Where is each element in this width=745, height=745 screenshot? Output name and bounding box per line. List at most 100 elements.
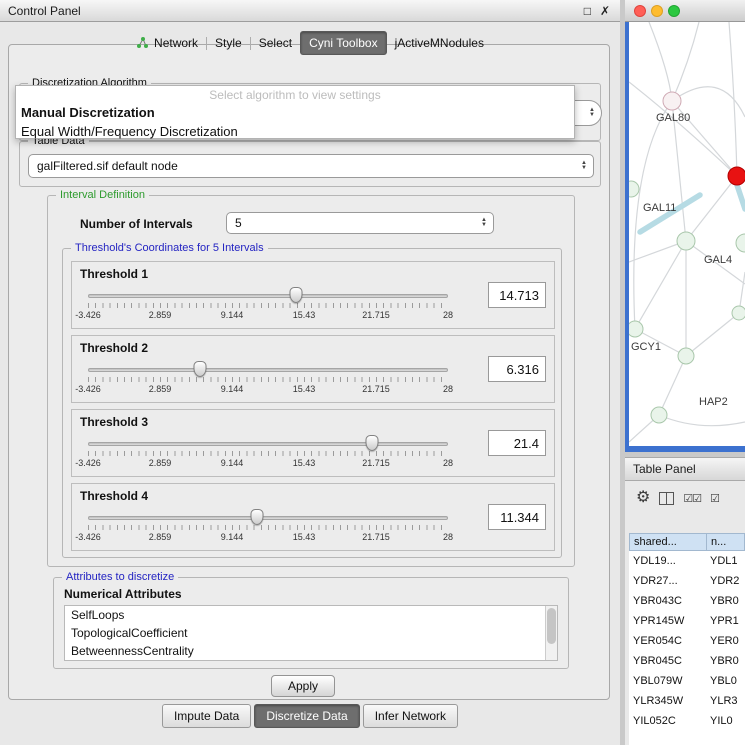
threshold-panel: Threshold 1 -3.426 2.859 9.144 15.43 21.… xyxy=(71,261,555,329)
tab-label: Network xyxy=(154,36,198,50)
tab-cyni-toolbox[interactable]: Cyni Toolbox xyxy=(300,31,386,55)
table-panel: ⚙ ☑☑ ☑ shared... n... YDL19... YDL1 YDR2… xyxy=(625,481,745,745)
tick-label: -3.426 xyxy=(75,532,101,542)
tab-select[interactable]: Select xyxy=(251,32,300,54)
tick-label: 21.715 xyxy=(362,532,390,542)
tick-label: 15.43 xyxy=(293,458,316,468)
slider-track[interactable] xyxy=(88,368,448,372)
network-node[interactable] xyxy=(629,181,639,197)
column-header-shared-name[interactable]: shared... xyxy=(629,533,707,551)
tick-label: 2.859 xyxy=(149,458,172,468)
network-node[interactable] xyxy=(651,407,667,423)
list-scrollbar[interactable] xyxy=(545,606,557,660)
slider-track[interactable] xyxy=(88,442,448,446)
slider-thumb[interactable] xyxy=(193,361,206,377)
slider-thumb[interactable] xyxy=(366,435,379,451)
node-label-hap2: HAP2 xyxy=(699,396,728,408)
table-row[interactable]: YBL079W YBL0 xyxy=(629,671,745,691)
close-icon[interactable]: ✗ xyxy=(600,4,610,18)
threshold-panel: Threshold 3 -3.426 2.859 9.144 15.43 21.… xyxy=(71,409,555,477)
checkbox-icon[interactable]: ☑ xyxy=(710,492,719,505)
dropdown-option-equal-width-frequency[interactable]: Equal Width/Frequency Discretization xyxy=(16,122,574,141)
cell-shared-name: YPR145W xyxy=(629,615,707,627)
thresholds-coordinates-group: Threshold's Coordinates for 5 Intervals … xyxy=(62,248,562,558)
zoom-traffic-light-icon[interactable] xyxy=(668,5,680,17)
slider-thumb[interactable] xyxy=(289,287,302,303)
network-node[interactable] xyxy=(663,92,681,110)
select-all-checkboxes-icon[interactable]: ☑☑ xyxy=(683,492,701,505)
gear-icon[interactable]: ⚙ xyxy=(636,490,650,506)
slider-track[interactable] xyxy=(88,294,448,298)
threshold-label: Threshold 2 xyxy=(80,341,148,355)
tab-impute-data[interactable]: Impute Data xyxy=(162,704,251,728)
network-node[interactable] xyxy=(678,348,694,364)
list-item[interactable]: BetweennessCentrality xyxy=(65,642,557,660)
table-row[interactable]: YBR045C YBR0 xyxy=(629,651,745,671)
network-canvas[interactable]: GAL80 GAL11 GAL4 GCY1 HAP2 xyxy=(629,22,745,446)
tab-discretize-data[interactable]: Discretize Data xyxy=(254,704,359,728)
cell-name: YBL0 xyxy=(707,675,745,687)
table-panel-title: Table Panel xyxy=(633,462,696,476)
network-node[interactable] xyxy=(677,232,695,250)
threshold-slider[interactable]: -3.426 2.859 9.144 15.43 21.715 28 xyxy=(88,508,448,548)
threshold-slider[interactable]: -3.426 2.859 9.144 15.43 21.715 28 xyxy=(88,286,448,326)
tab-infer-network[interactable]: Infer Network xyxy=(363,704,458,728)
network-node[interactable] xyxy=(732,306,745,320)
table-data-group: Table Data galFiltered.sif default node … xyxy=(19,141,601,187)
table-row[interactable]: YDR27... YDR2 xyxy=(629,571,745,591)
minimize-traffic-light-icon[interactable] xyxy=(651,5,663,17)
column-header-name[interactable]: n... xyxy=(707,533,745,551)
slider-thumb[interactable] xyxy=(251,509,264,525)
table-row[interactable]: YDL19... YDL1 xyxy=(629,551,745,571)
cell-shared-name: YBL079W xyxy=(629,675,707,687)
columns-icon[interactable] xyxy=(659,492,674,505)
numerical-attributes-list[interactable]: SelfLoops TopologicalCoefficient Between… xyxy=(64,605,558,661)
table-toolbar: ⚙ ☑☑ ☑ xyxy=(625,485,745,511)
network-node[interactable] xyxy=(629,321,643,337)
apply-button[interactable]: Apply xyxy=(271,675,335,697)
threshold-panel: Threshold 2 -3.426 2.859 9.144 15.43 21.… xyxy=(71,335,555,403)
threshold-value-field[interactable]: 6.316 xyxy=(488,356,546,382)
threshold-label: Threshold 1 xyxy=(80,267,148,281)
threshold-slider[interactable]: -3.426 2.859 9.144 15.43 21.715 28 xyxy=(88,360,448,400)
tick-label: 28 xyxy=(443,532,453,542)
number-of-intervals-select[interactable]: 5 ▲▼ xyxy=(226,212,494,234)
table-row[interactable]: YPR145W YPR1 xyxy=(629,611,745,631)
node-label-gal80: GAL80 xyxy=(656,112,690,124)
tab-network[interactable]: Network xyxy=(128,32,206,54)
table-data-select[interactable]: galFiltered.sif default node ▲▼ xyxy=(28,154,594,178)
network-node-selected[interactable] xyxy=(728,167,745,185)
scrollbar-thumb[interactable] xyxy=(547,608,556,644)
table-data-select-value: galFiltered.sif default node xyxy=(29,159,581,173)
cell-shared-name: YLR345W xyxy=(629,695,707,707)
tab-jactivemnodules[interactable]: jActiveMNodules xyxy=(387,32,492,54)
network-icon xyxy=(136,37,149,49)
slider-track[interactable] xyxy=(88,516,448,520)
threshold-slider[interactable]: -3.426 2.859 9.144 15.43 21.715 28 xyxy=(88,434,448,474)
combo-stepper-icon: ▲▼ xyxy=(581,161,593,171)
close-traffic-light-icon[interactable] xyxy=(634,5,646,17)
cell-shared-name: YER054C xyxy=(629,635,707,647)
tick-label: 2.859 xyxy=(149,310,172,320)
tick-label: 15.43 xyxy=(293,532,316,542)
table-row[interactable]: YBR043C YBR0 xyxy=(629,591,745,611)
list-item[interactable]: TopologicalCoefficient xyxy=(65,624,557,642)
restore-icon[interactable]: □ xyxy=(584,4,591,18)
tick-label: -3.426 xyxy=(75,310,101,320)
list-item[interactable]: SelfLoops xyxy=(65,606,557,624)
table-row[interactable]: YIL052C YIL0 xyxy=(629,711,745,731)
threshold-value-field[interactable]: 14.713 xyxy=(488,282,546,308)
interval-definition-group: Interval Definition Number of Intervals … xyxy=(47,195,575,567)
node-label-gcy1: GCY1 xyxy=(631,341,661,353)
node-label-gal4: GAL4 xyxy=(704,254,732,266)
dropdown-option-manual-discretization[interactable]: Manual Discretization xyxy=(16,103,574,122)
network-node[interactable] xyxy=(736,234,745,252)
tab-style[interactable]: Style xyxy=(207,32,250,54)
slider-ticks xyxy=(88,303,448,308)
table-row[interactable]: YER054C YER0 xyxy=(629,631,745,651)
cell-name: YLR3 xyxy=(707,695,745,707)
algorithm-dropdown-popup: Select algorithm to view settings Manual… xyxy=(15,85,575,139)
threshold-value-field[interactable]: 21.4 xyxy=(488,430,546,456)
threshold-value-field[interactable]: 11.344 xyxy=(488,504,546,530)
table-row[interactable]: YLR345W YLR3 xyxy=(629,691,745,711)
